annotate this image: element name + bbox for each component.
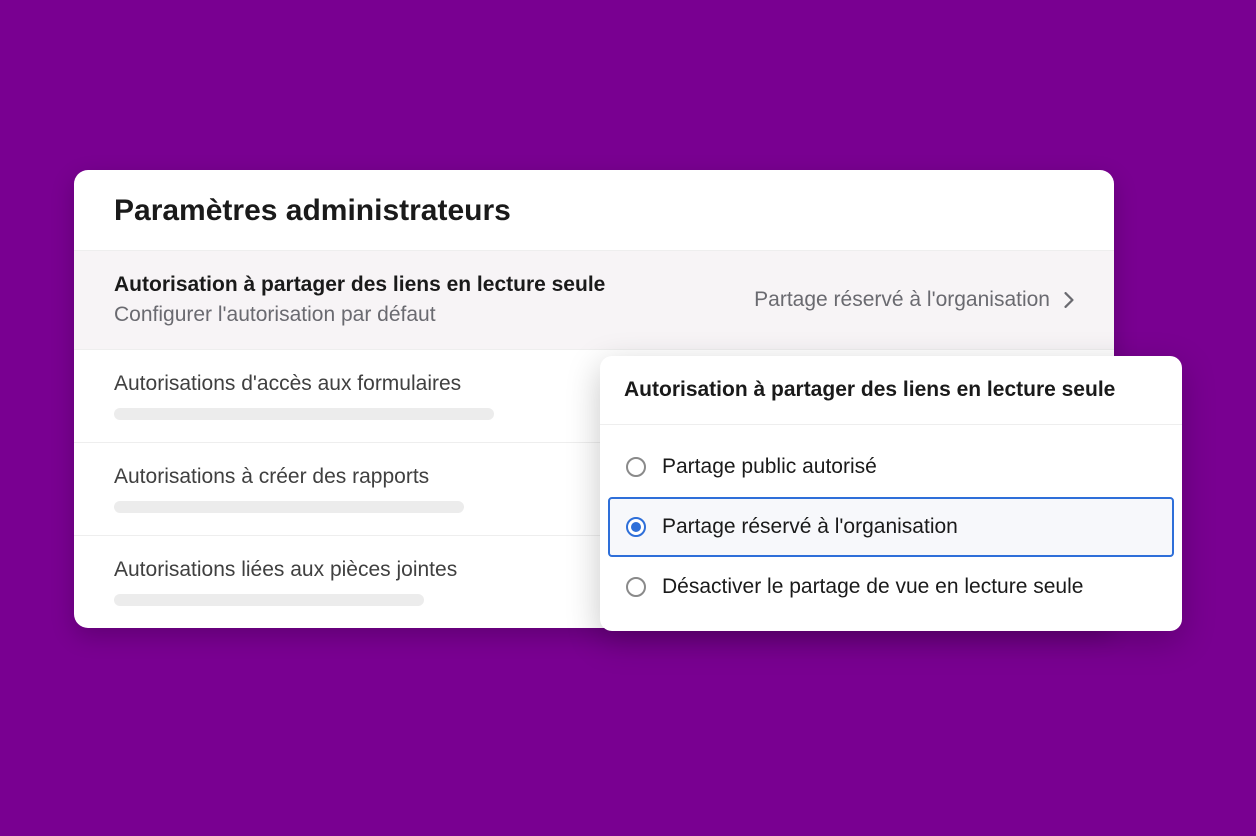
radio-icon	[626, 577, 646, 597]
row-left: Autorisation à partager des liens en lec…	[114, 273, 754, 327]
option-disable-readonly-share[interactable]: Désactiver le partage de vue en lecture …	[608, 557, 1174, 617]
settings-row-readonly-share[interactable]: Autorisation à partager des liens en lec…	[74, 251, 1114, 350]
row-subtitle: Configurer l'autorisation par défaut	[114, 303, 754, 327]
option-label: Désactiver le partage de vue en lecture …	[662, 575, 1083, 599]
share-permission-popover: Autorisation à partager des liens en lec…	[600, 356, 1182, 631]
popover-body: Partage public autorisé Partage réservé …	[600, 425, 1182, 631]
panel-title: Paramètres administrateurs	[114, 194, 1074, 228]
placeholder-bar	[114, 594, 424, 606]
row-value: Partage réservé à l'organisation	[754, 288, 1074, 312]
option-org-only-share[interactable]: Partage réservé à l'organisation	[608, 497, 1174, 557]
radio-icon	[626, 457, 646, 477]
placeholder-bar	[114, 501, 464, 513]
radio-icon	[626, 517, 646, 537]
placeholder-bar	[114, 408, 494, 420]
row-title: Autorisation à partager des liens en lec…	[114, 273, 754, 297]
option-label: Partage réservé à l'organisation	[662, 515, 958, 539]
option-label: Partage public autorisé	[662, 455, 877, 479]
row-value-text: Partage réservé à l'organisation	[754, 288, 1050, 312]
popover-title: Autorisation à partager des liens en lec…	[600, 356, 1182, 425]
panel-header: Paramètres administrateurs	[74, 170, 1114, 251]
chevron-right-icon	[1064, 292, 1074, 308]
option-public-share[interactable]: Partage public autorisé	[608, 437, 1174, 497]
